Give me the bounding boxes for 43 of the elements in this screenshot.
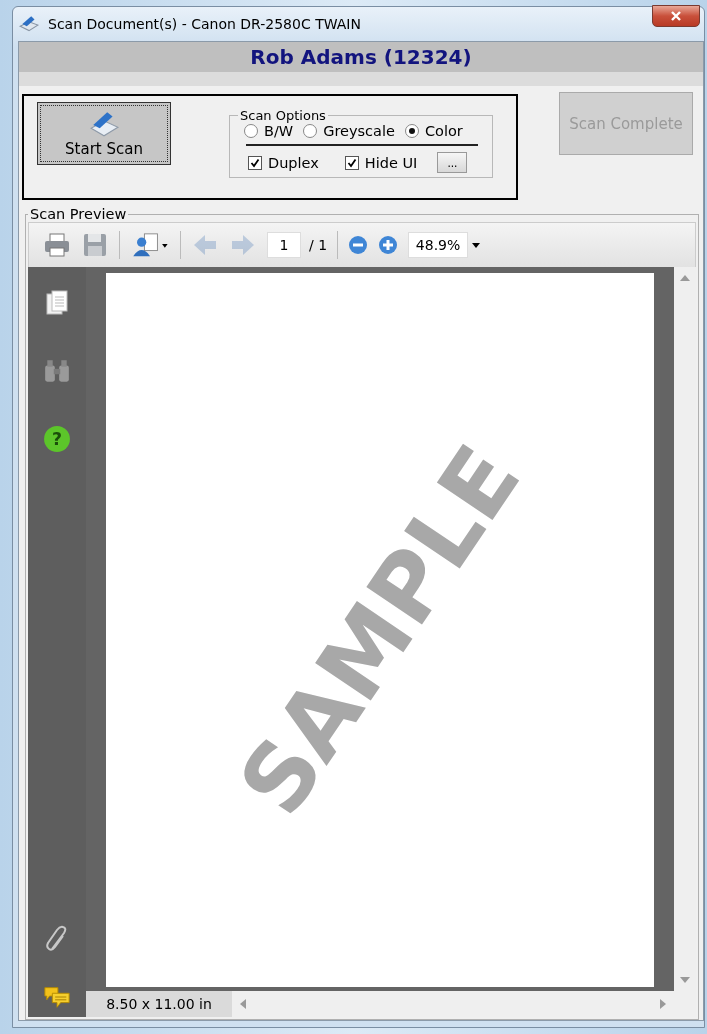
- page-number-field[interactable]: 1: [267, 232, 301, 258]
- radio-label: B/W: [264, 123, 294, 139]
- zoom-in-icon[interactable]: [378, 235, 399, 255]
- radio-option[interactable]: Color: [404, 123, 463, 139]
- radio-label: Color: [424, 123, 463, 139]
- close-button[interactable]: [652, 5, 700, 27]
- user-name: Rob Adams (12324): [250, 45, 472, 69]
- pages-icon[interactable]: [43, 289, 71, 317]
- scroll-up-icon[interactable]: [680, 275, 690, 281]
- scanner-icon: [87, 109, 121, 139]
- radio-button[interactable]: [244, 124, 258, 138]
- print-icon[interactable]: [43, 232, 71, 258]
- radio-button[interactable]: [303, 124, 318, 138]
- checkbox-label: Hide UI: [364, 154, 418, 171]
- checkbox-label: Duplex: [268, 154, 319, 171]
- checkbox[interactable]: [248, 155, 262, 170]
- window-title: Scan Document(s) - Canon DR-2580C TWAIN: [48, 16, 361, 32]
- radio-label: Greyscale: [323, 123, 395, 139]
- scroll-down-icon[interactable]: [680, 977, 690, 983]
- page-total: / 1: [309, 237, 328, 253]
- scroll-left-icon[interactable]: [240, 999, 246, 1009]
- scroll-right-icon[interactable]: [660, 999, 666, 1009]
- vertical-scrollbar[interactable]: [674, 267, 696, 991]
- radio-option[interactable]: B/W: [244, 123, 294, 139]
- binoculars-icon[interactable]: [43, 357, 71, 385]
- group-title: Scan Options: [239, 108, 327, 123]
- close-icon: [670, 10, 682, 22]
- checkbox[interactable]: [344, 155, 359, 170]
- start-scan-button[interactable]: Start Scan: [37, 102, 171, 165]
- checkbox-option[interactable]: Hide UI: [344, 154, 418, 171]
- caret-icon[interactable]: [472, 242, 481, 248]
- checkbox-option[interactable]: Duplex: [248, 154, 319, 171]
- help-icon[interactable]: ?: [43, 425, 71, 453]
- scanner-icon: [18, 15, 40, 33]
- horizontal-scrollbar[interactable]: [232, 991, 696, 1017]
- radio-option[interactable]: Greyscale: [303, 123, 395, 139]
- save-icon[interactable]: [81, 232, 109, 258]
- zoom-field[interactable]: 48.9%: [408, 232, 469, 258]
- radio-button[interactable]: [404, 124, 419, 138]
- page-size-label: 8.50 x 11.00 in: [86, 991, 232, 1017]
- group-title: Scan Preview: [29, 206, 128, 222]
- zoom-out-icon[interactable]: [348, 235, 369, 255]
- more-button[interactable]: ...: [437, 152, 468, 173]
